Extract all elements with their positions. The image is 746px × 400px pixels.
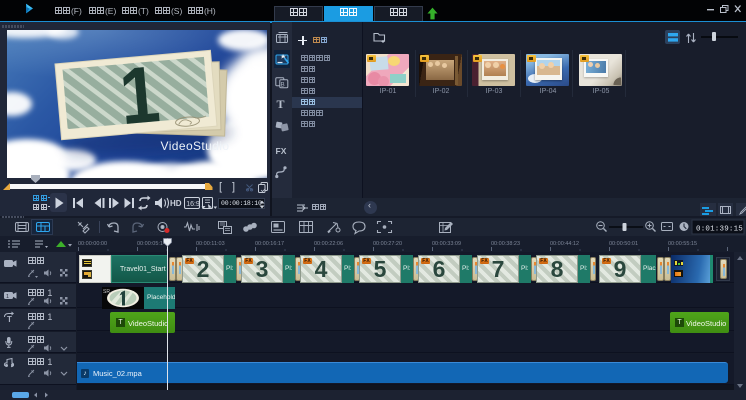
svg-text:00:00:38:23: 00:00:38:23: [491, 241, 520, 247]
svg-text:00:00:50:01: 00:00:50:01: [609, 241, 638, 247]
svg-text:00:00:22:06: 00:00:22:06: [314, 241, 343, 247]
svg-text:00:00:11:03: 00:00:11:03: [196, 241, 225, 247]
svg-text:16:9: 16:9: [186, 201, 200, 208]
svg-text:VideoStudio: VideoStudio: [161, 139, 230, 153]
svg-text:0:01:39:15: 0:01:39:15: [696, 226, 743, 234]
svg-text:00:00:55:15: 00:00:55:15: [668, 241, 697, 247]
svg-text:FX: FX: [276, 146, 287, 156]
svg-text:00:00:00:00: 00:00:00:00: [78, 241, 107, 247]
svg-text:1: 1: [116, 49, 163, 141]
svg-text:00:00:16:17: 00:00:16:17: [255, 241, 284, 247]
svg-text:HD: HD: [170, 199, 182, 208]
svg-text:T: T: [277, 97, 285, 111]
svg-text:00:00:33:09: 00:00:33:09: [432, 241, 461, 247]
svg-text:B: B: [281, 82, 285, 88]
svg-text:00:00:27:20: 00:00:27:20: [373, 241, 402, 247]
svg-text:00:00:05:14: 00:00:05:14: [137, 241, 166, 247]
svg-text:00:00:44:12: 00:00:44:12: [550, 241, 579, 247]
